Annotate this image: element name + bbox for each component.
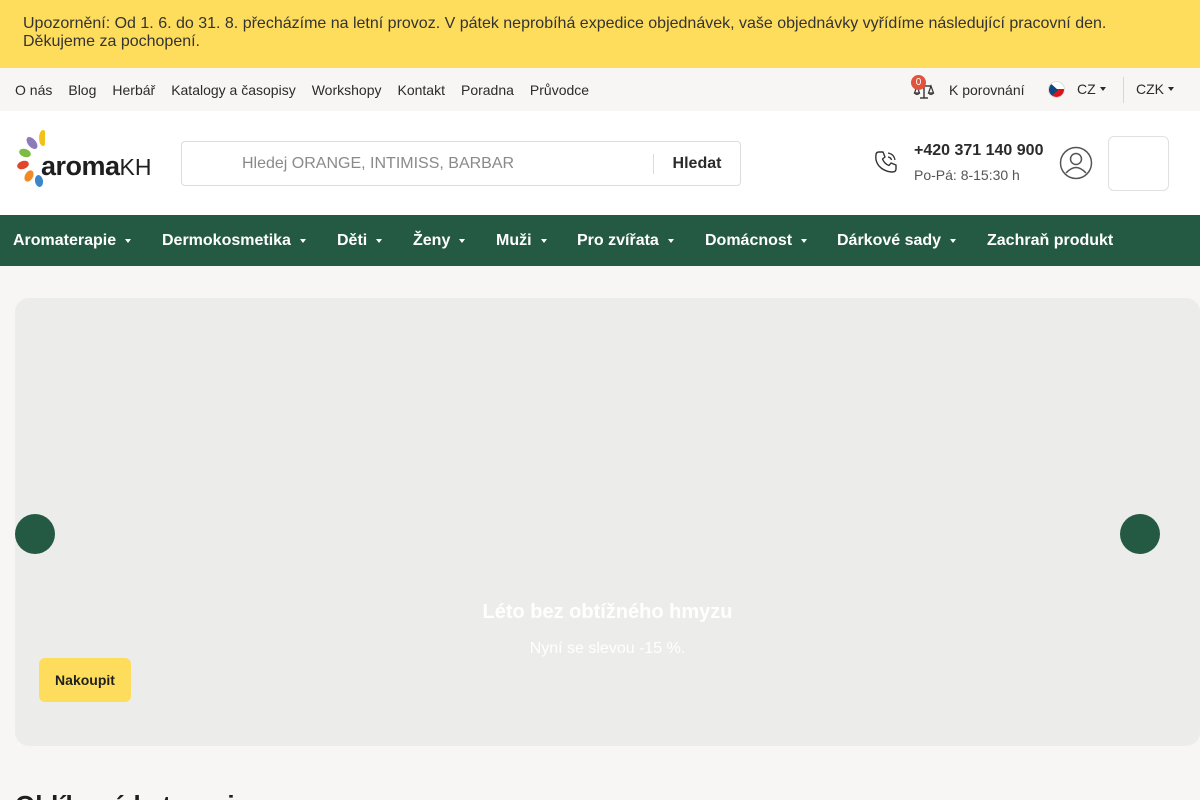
chevron-down-icon <box>950 238 957 243</box>
chevron-down-icon <box>459 238 466 243</box>
shop-now-button[interactable]: Nakoupit <box>39 658 131 702</box>
section-title: Oblíbené kategorie <box>15 790 249 800</box>
chevron-down-icon <box>801 238 808 243</box>
cart-button[interactable] <box>1108 136 1169 191</box>
chevron-down-icon <box>376 238 383 243</box>
search-button[interactable]: Hledat <box>654 142 740 185</box>
logo-wordmark: aromaKH <box>41 151 152 181</box>
user-account-icon[interactable] <box>1059 146 1093 180</box>
hero-slider: Léto bez obtížného hmyzu Nyní se slevou … <box>15 298 1200 746</box>
scales-icon: 0 <box>911 75 936 102</box>
toplink-catalogs[interactable]: Katalogy a časopisy <box>171 82 296 98</box>
top-links: O nás Blog Herbář Katalogy a časopisy Wo… <box>15 68 589 111</box>
site-header: aromaKH Hledat +420 371 140 900 Po-Pá: 8… <box>0 111 1200 215</box>
toplink-advice[interactable]: Poradna <box>461 82 514 98</box>
chevron-down-icon <box>299 238 306 243</box>
slider-prev-button[interactable] <box>15 514 55 554</box>
notice-text: Upozornění: Od 1. 6. do 31. 8. přecházím… <box>23 15 1107 50</box>
chevron-down-icon <box>1099 87 1106 91</box>
toplink-guide[interactable]: Průvodce <box>530 82 589 98</box>
nav-zeny[interactable]: Ženy <box>413 215 466 266</box>
opening-hours: Po-Pá: 8-15:30 h <box>914 167 1020 183</box>
toplink-workshops[interactable]: Workshopy <box>312 82 382 98</box>
nav-aromaterapie[interactable]: Aromaterapie <box>13 215 132 266</box>
chevron-down-icon <box>1168 87 1174 91</box>
compare-link[interactable]: 0 K porovnání <box>911 75 1025 102</box>
site-logo[interactable]: aromaKH <box>15 129 157 189</box>
search-input[interactable] <box>242 142 642 185</box>
phone-number[interactable]: +420 371 140 900 <box>914 142 1043 160</box>
hero-subtitle: Nyní se slevou -15 %. <box>529 640 686 657</box>
compare-label: K porovnání <box>949 82 1025 98</box>
czech-flag-icon <box>1048 80 1065 98</box>
chevron-down-icon <box>540 238 547 243</box>
nav-zachran-produkt[interactable]: Zachraň produkt <box>987 215 1113 266</box>
chevron-down-icon <box>667 238 674 243</box>
nav-dermokosmetika[interactable]: Dermokosmetika <box>162 215 306 266</box>
phone-icon <box>873 149 899 175</box>
nav-domacnost[interactable]: Domácnost <box>705 215 808 266</box>
chevron-down-icon <box>125 238 132 243</box>
top-utility-bar: O nás Blog Herbář Katalogy a časopisy Wo… <box>0 68 1200 111</box>
toplink-blog[interactable]: Blog <box>68 82 96 98</box>
language-selector[interactable]: CZ <box>1048 80 1106 98</box>
currency-code: CZK <box>1136 81 1164 97</box>
slider-next-button[interactable] <box>1120 514 1160 554</box>
nav-pro-zvirata[interactable]: Pro zvířata <box>577 215 674 266</box>
language-code: CZ <box>1077 81 1096 97</box>
search-box: Hledat <box>181 141 741 186</box>
toplink-herbarium[interactable]: Herbář <box>112 82 155 98</box>
toplink-about[interactable]: O nás <box>15 82 52 98</box>
currency-selector[interactable]: CZK <box>1136 80 1174 98</box>
divider <box>1123 77 1124 103</box>
nav-darkove-sady[interactable]: Dárkové sady <box>837 215 957 266</box>
toplink-contact[interactable]: Kontakt <box>398 82 445 98</box>
nav-deti[interactable]: Děti <box>337 215 383 266</box>
notice-banner: Upozornění: Od 1. 6. do 31. 8. přecházím… <box>0 0 1200 68</box>
compare-count-badge: 0 <box>911 75 926 90</box>
main-category-nav: Aromaterapie Dermokosmetika Děti Ženy Mu… <box>0 215 1200 266</box>
hero-title: Léto bez obtížného hmyzu <box>482 601 733 623</box>
nav-muzi[interactable]: Muži <box>496 215 547 266</box>
